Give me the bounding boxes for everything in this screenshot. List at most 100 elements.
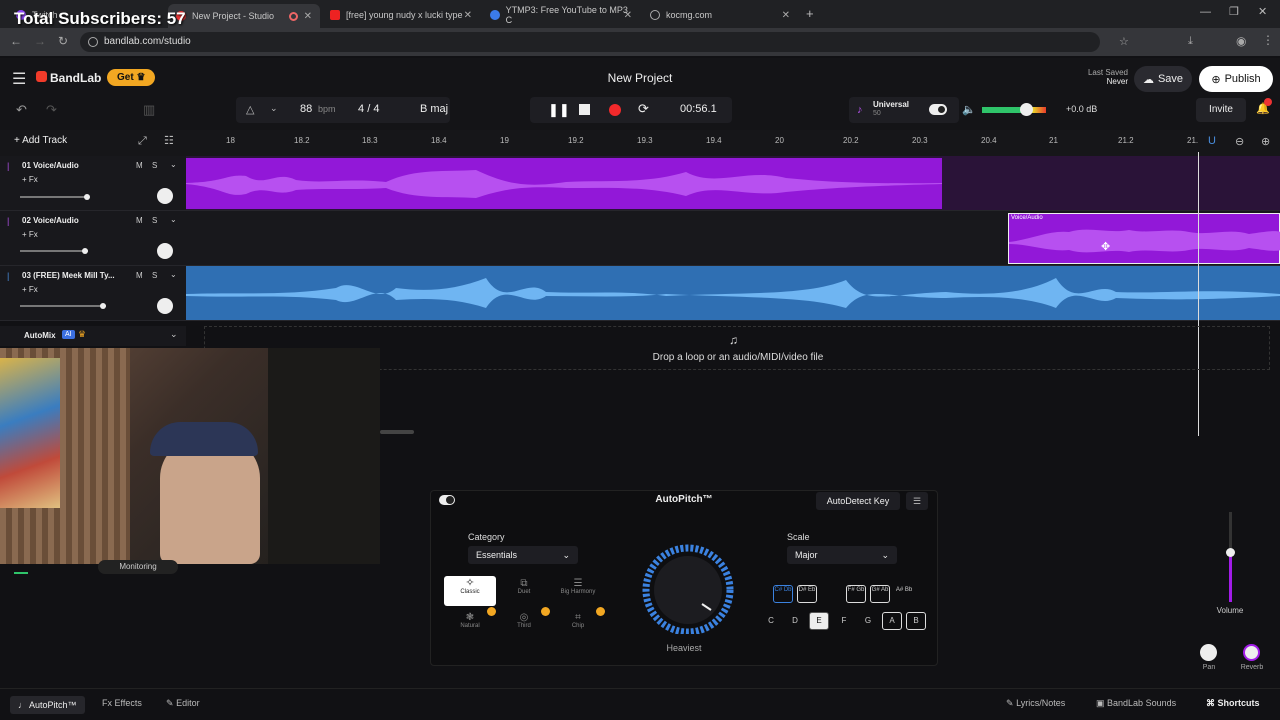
lyrics-notes-button[interactable]: ✎ Lyrics/Notes: [1006, 698, 1065, 709]
pan-knob[interactable]: [157, 188, 173, 204]
solo-button[interactable]: S: [152, 271, 157, 280]
add-fx-button[interactable]: + Fx: [22, 175, 38, 184]
close-tab-icon[interactable]: ✕: [464, 10, 472, 21]
add-fx-button[interactable]: + Fx: [22, 285, 38, 294]
audio-clip[interactable]: [186, 158, 942, 209]
tab-ytmp3[interactable]: YTMP3: Free YouTube to MP3 C ✕: [482, 4, 640, 26]
settings-sliders-icon[interactable]: ☰: [906, 492, 928, 510]
add-track-button[interactable]: + Add Track: [14, 135, 67, 146]
shortcuts-button[interactable]: ⌘ Shortcuts: [1206, 698, 1260, 709]
style-classic[interactable]: ✧ Classic: [444, 576, 496, 606]
profile-icon[interactable]: ◉: [1236, 34, 1246, 48]
autodetect-key-button[interactable]: AutoDetect Key: [816, 492, 900, 510]
category-select[interactable]: Essentials ⌄: [468, 546, 578, 564]
mixer-icon[interactable]: ▥: [143, 102, 155, 118]
bookmark-star-icon[interactable]: ☆: [1119, 35, 1129, 48]
chevron-down-icon[interactable]: ⌄: [270, 103, 278, 114]
scale-select[interactable]: Major ⌄: [787, 546, 897, 564]
track-header-3[interactable]: | 03 (FREE) Meek Mill Ty... + Fx M S ⌄: [0, 266, 186, 321]
zoom-in-icon[interactable]: ⊕: [1261, 135, 1270, 148]
back-icon[interactable]: ←: [10, 34, 22, 48]
tab-kocmg[interactable]: kocmg.com ✕: [642, 4, 798, 26]
universal-toggle[interactable]: [929, 104, 947, 115]
volume-handle[interactable]: [1020, 103, 1033, 116]
redo-icon[interactable]: ↷: [46, 102, 57, 118]
url-input[interactable]: bandlab.com/studio: [80, 32, 1100, 52]
style-third[interactable]: ◎ Third: [498, 612, 550, 642]
invite-button[interactable]: Invite: [1196, 98, 1246, 122]
project-title[interactable]: New Project: [580, 71, 700, 85]
track-volume-slider[interactable]: [20, 248, 88, 254]
tab-youtube[interactable]: [free] young nudy x lucki type ✕: [322, 4, 480, 26]
key-g-sharp[interactable]: G# Ab: [870, 585, 890, 603]
solo-button[interactable]: S: [152, 216, 157, 225]
style-chip[interactable]: ⌗ Chip: [552, 612, 604, 642]
menu-kebab-icon[interactable]: ⋮: [1262, 33, 1274, 47]
speaker-icon[interactable]: 🔈: [962, 103, 976, 116]
track-name[interactable]: 03 (FREE) Meek Mill Ty...: [22, 271, 115, 280]
pan-knob[interactable]: [1200, 644, 1217, 661]
reverb-knob[interactable]: [1243, 644, 1260, 661]
monitoring-button[interactable]: Monitoring: [98, 560, 178, 574]
key-signature[interactable]: B maj: [420, 103, 448, 115]
audio-clip-selected[interactable]: Voice/Audio ✥: [1008, 213, 1280, 264]
tab-autopitch[interactable]: ♩ AutoPitch™: [10, 696, 85, 714]
bell-icon[interactable]: 🔔: [1256, 98, 1272, 115]
publish-button[interactable]: ⊕ Publish: [1199, 66, 1273, 92]
minimize-icon[interactable]: —: [1200, 6, 1211, 18]
track-volume-fader[interactable]: [1226, 512, 1235, 602]
volume-handle[interactable]: [100, 303, 106, 309]
mute-button[interactable]: M: [136, 271, 143, 280]
zoom-out-icon[interactable]: ⊖: [1235, 135, 1244, 148]
track-name[interactable]: 02 Voice/Audio: [22, 216, 79, 225]
key-f[interactable]: F: [834, 612, 854, 630]
track-header-1[interactable]: | 01 Voice/Audio + Fx M S ⌄: [0, 156, 186, 211]
wand-icon[interactable]: ⤢: [138, 135, 147, 148]
solo-button[interactable]: S: [152, 161, 157, 170]
automix-row[interactable]: AutoMix AI ♛ ⌄: [0, 326, 186, 346]
fader-handle[interactable]: [1226, 548, 1235, 557]
mute-button[interactable]: M: [136, 216, 143, 225]
hamburger-icon[interactable]: ☰: [12, 69, 26, 89]
key-a[interactable]: A: [882, 612, 902, 630]
track-volume-slider[interactable]: [20, 194, 90, 200]
loop-icon[interactable]: ⟳: [638, 101, 649, 117]
key-d-sharp[interactable]: D# Eb: [797, 585, 817, 603]
bandlab-sounds-button[interactable]: ▣ BandLab Sounds: [1096, 698, 1176, 709]
track-lane-2[interactable]: Voice/Audio ✥: [186, 211, 1280, 266]
close-window-icon[interactable]: ✕: [1258, 5, 1267, 18]
tab-editor[interactable]: ✎ Editor: [166, 698, 200, 709]
bpm-value[interactable]: 88: [300, 103, 312, 115]
pan-knob[interactable]: [157, 243, 173, 259]
style-big-harmony[interactable]: ☰ Big Harmony: [552, 578, 604, 608]
chevron-down-icon[interactable]: ⌄: [170, 270, 177, 279]
close-tab-icon[interactable]: ✕: [782, 10, 790, 21]
get-button[interactable]: Get ♛: [107, 69, 156, 86]
key-a-sharp[interactable]: A# Bb: [894, 585, 914, 603]
timeline-ruler[interactable]: + Add Track ⤢ ☷ 18 18.2 18.3 18.4 19 19.2 19.3…: [0, 130, 1280, 156]
add-fx-button[interactable]: + Fx: [22, 230, 38, 239]
tab-effects[interactable]: Fx Effects: [102, 698, 142, 708]
restore-icon[interactable]: ❐: [1229, 5, 1239, 18]
master-volume-slider[interactable]: [982, 103, 1046, 116]
autopitch-toggle[interactable]: [439, 495, 455, 505]
horizontal-scrollbar[interactable]: [380, 430, 414, 434]
download-icon[interactable]: ⤓: [1188, 35, 1193, 48]
metronome-icon[interactable]: △: [246, 103, 254, 116]
key-f-sharp[interactable]: F# Gb: [846, 585, 866, 603]
undo-icon[interactable]: ↶: [16, 102, 27, 118]
style-natural[interactable]: ❃ Natural: [444, 612, 496, 642]
chevron-down-icon[interactable]: ⌄: [170, 215, 177, 224]
site-info-icon[interactable]: [88, 37, 98, 47]
key-d[interactable]: D: [785, 612, 805, 630]
track-name[interactable]: 01 Voice/Audio: [22, 161, 79, 170]
track-lane-1[interactable]: [186, 156, 1280, 211]
style-duet[interactable]: ⧉ Duet: [498, 578, 550, 608]
track-header-2[interactable]: | 02 Voice/Audio + Fx M S ⌄: [0, 211, 186, 266]
chevron-down-icon[interactable]: ⌄: [170, 160, 177, 169]
key-c[interactable]: C: [761, 612, 781, 630]
key-b[interactable]: B: [906, 612, 926, 630]
time-signature[interactable]: 4 / 4: [358, 103, 379, 115]
track-lane-3[interactable]: [186, 266, 1280, 321]
volume-handle[interactable]: [82, 248, 88, 254]
